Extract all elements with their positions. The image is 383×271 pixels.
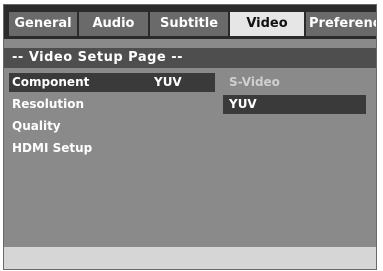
option-s-video-label: S-Video (229, 75, 280, 89)
tab-subtitle[interactable]: Subtitle (150, 12, 228, 36)
menu-item-hdmi-setup[interactable]: HDMI Setup (12, 139, 92, 158)
tab-audio[interactable]: Audio (79, 12, 148, 36)
tab-general[interactable]: General (9, 12, 77, 36)
page-title: -- Video Setup Page -- (12, 50, 184, 65)
tab-video[interactable]: Video (230, 12, 304, 36)
footer-bar (4, 247, 376, 269)
menu-item-quality[interactable]: Quality (12, 117, 61, 136)
page-title-bar: -- Video Setup Page -- (4, 48, 376, 68)
tab-preference[interactable]: Preference (306, 12, 376, 36)
option-yuv[interactable]: YUV (223, 95, 366, 114)
option-yuv-label: YUV (229, 97, 257, 111)
tab-bar: General Audio Subtitle Video Preference (4, 5, 376, 39)
menu-item-component[interactable]: Component (12, 73, 89, 92)
component-current-value: YUV (154, 75, 182, 89)
menu-item-resolution[interactable]: Resolution (12, 95, 84, 114)
option-s-video[interactable]: S-Video (223, 73, 366, 92)
video-setup-screen: General Audio Subtitle Video Preference … (3, 4, 377, 270)
